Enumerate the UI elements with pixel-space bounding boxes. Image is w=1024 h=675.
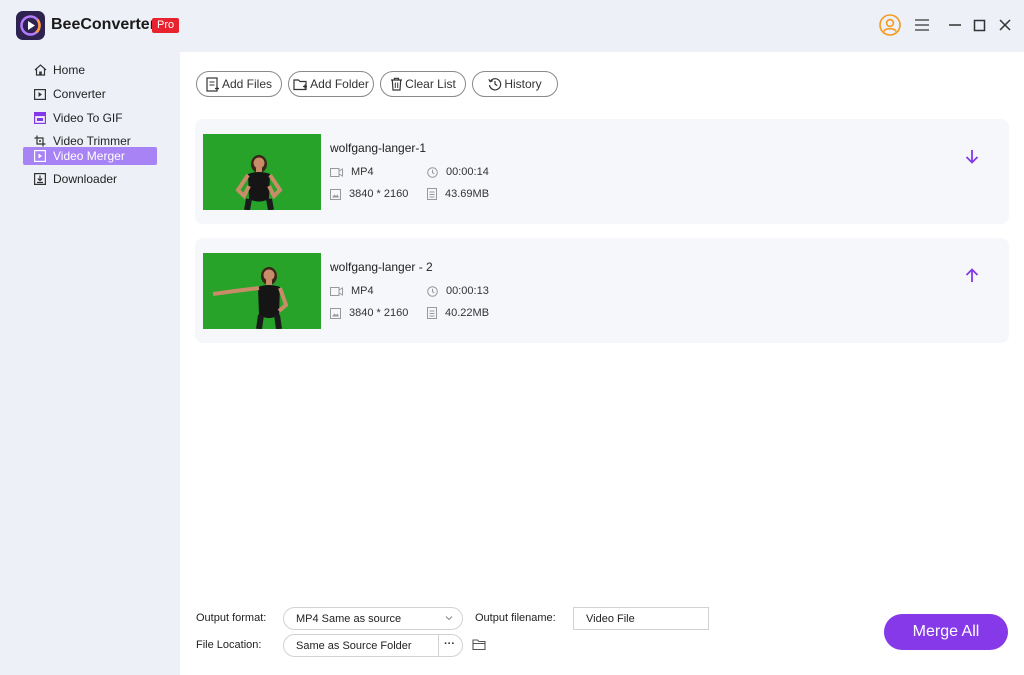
clock-icon <box>427 166 438 178</box>
home-icon <box>23 64 53 76</box>
add-files-button[interactable]: Add Files <box>196 71 282 97</box>
browse-button[interactable]: ··· <box>444 638 455 650</box>
duration-value: 00:00:13 <box>446 285 489 297</box>
file-size-icon <box>427 188 437 200</box>
clear-list-label: Clear List <box>405 77 456 91</box>
history-icon <box>488 77 502 91</box>
divider <box>438 634 439 657</box>
sidebar-item-label: Home <box>53 63 86 77</box>
size-meta: 40.22MB <box>427 307 489 319</box>
maximize-icon[interactable] <box>973 19 986 32</box>
file-location-field[interactable]: Same as Source Folder ··· <box>283 634 463 657</box>
trim-icon <box>23 135 53 147</box>
arrow-down-icon[interactable] <box>965 149 979 169</box>
chevron-down-icon <box>445 613 453 626</box>
sidebar-item-video-to-gif[interactable]: Video To GIF <box>23 109 157 127</box>
file-card[interactable]: wolfgang-langer - 2 MP4 00:00:13 3840 * … <box>195 238 1009 343</box>
video-format-icon <box>330 286 343 296</box>
file-size-icon <box>427 307 437 319</box>
sidebar-item-label: Downloader <box>53 172 118 186</box>
sidebar-item-converter[interactable]: Converter <box>23 85 157 103</box>
format-meta: MP4 <box>330 285 374 297</box>
resolution-icon <box>330 307 341 319</box>
sidebar-item-downloader[interactable]: Downloader <box>23 170 157 188</box>
merge-icon <box>23 150 53 162</box>
size-meta: 43.69MB <box>427 188 489 200</box>
file-name: wolfgang-langer-1 <box>330 141 427 155</box>
resolution-value: 3840 * 2160 <box>349 188 409 200</box>
add-folder-icon <box>293 78 308 91</box>
merge-all-button[interactable]: Merge All <box>884 614 1008 650</box>
sidebar-item-label: Video To GIF <box>53 111 123 125</box>
size-value: 43.69MB <box>445 188 490 200</box>
size-value: 40.22MB <box>445 307 490 319</box>
sidebar-item-video-merger[interactable]: Video Merger <box>23 147 157 165</box>
add-folder-button[interactable]: Add Folder <box>288 71 374 97</box>
folder-icon[interactable] <box>472 638 487 656</box>
file-location-value: Same as Source Folder <box>296 639 412 652</box>
file-card[interactable]: wolfgang-langer-1 MP4 00:00:14 3840 * 21… <box>195 119 1009 224</box>
history-label: History <box>504 77 542 91</box>
resolution-meta: 3840 * 2160 <box>330 188 408 200</box>
menu-icon[interactable] <box>914 18 930 32</box>
file-name: wolfgang-langer - 2 <box>330 260 433 274</box>
converter-icon <box>23 88 53 100</box>
close-icon[interactable] <box>998 18 1012 32</box>
sidebar-item-label: Video Trimmer <box>53 134 131 148</box>
resolution-value: 3840 * 2160 <box>349 307 409 319</box>
minimize-icon[interactable] <box>948 19 962 31</box>
output-format-select[interactable]: MP4 Same as source <box>283 607 463 630</box>
format-meta: MP4 <box>330 166 374 178</box>
resolution-meta: 3840 * 2160 <box>330 307 408 319</box>
sidebar-item-label: Converter <box>53 87 106 101</box>
format-value: MP4 <box>351 166 374 178</box>
sidebar: Home Converter Video To GIF Video Trimme… <box>0 52 180 675</box>
output-filename-field[interactable]: Video File <box>573 607 709 630</box>
duration-value: 00:00:14 <box>446 166 489 178</box>
output-filename-label: Output filename: <box>475 612 556 624</box>
history-button[interactable]: History <box>472 71 558 97</box>
user-icon[interactable] <box>879 14 901 36</box>
video-format-icon <box>330 167 343 177</box>
add-folder-label: Add Folder <box>310 77 369 91</box>
add-file-icon <box>206 76 220 92</box>
gif-icon <box>23 112 53 124</box>
duration-meta: 00:00:14 <box>427 166 489 178</box>
pro-badge: Pro <box>152 18 180 33</box>
video-thumbnail <box>203 253 321 329</box>
sidebar-item-label: Video Merger <box>53 149 125 163</box>
arrow-up-icon[interactable] <box>965 268 979 288</box>
app-logo-icon <box>16 11 45 40</box>
duration-meta: 00:00:13 <box>427 285 489 297</box>
add-files-label: Add Files <box>221 77 273 91</box>
output-filename-value: Video File <box>586 612 635 625</box>
download-icon <box>23 173 53 185</box>
clear-list-button[interactable]: Clear List <box>380 71 466 97</box>
output-format-value: MP4 Same as source <box>296 612 402 625</box>
video-thumbnail <box>203 134 321 210</box>
file-location-label: File Location: <box>196 639 262 651</box>
sidebar-item-home[interactable]: Home <box>23 61 157 79</box>
trash-icon <box>390 77 403 91</box>
title-bar: BeeConverter Pro <box>0 0 1024 52</box>
output-format-label: Output format: <box>196 612 267 624</box>
format-value: MP4 <box>351 285 374 297</box>
clock-icon <box>427 285 438 297</box>
resolution-icon <box>330 188 341 200</box>
app-title: BeeConverter <box>51 16 156 33</box>
